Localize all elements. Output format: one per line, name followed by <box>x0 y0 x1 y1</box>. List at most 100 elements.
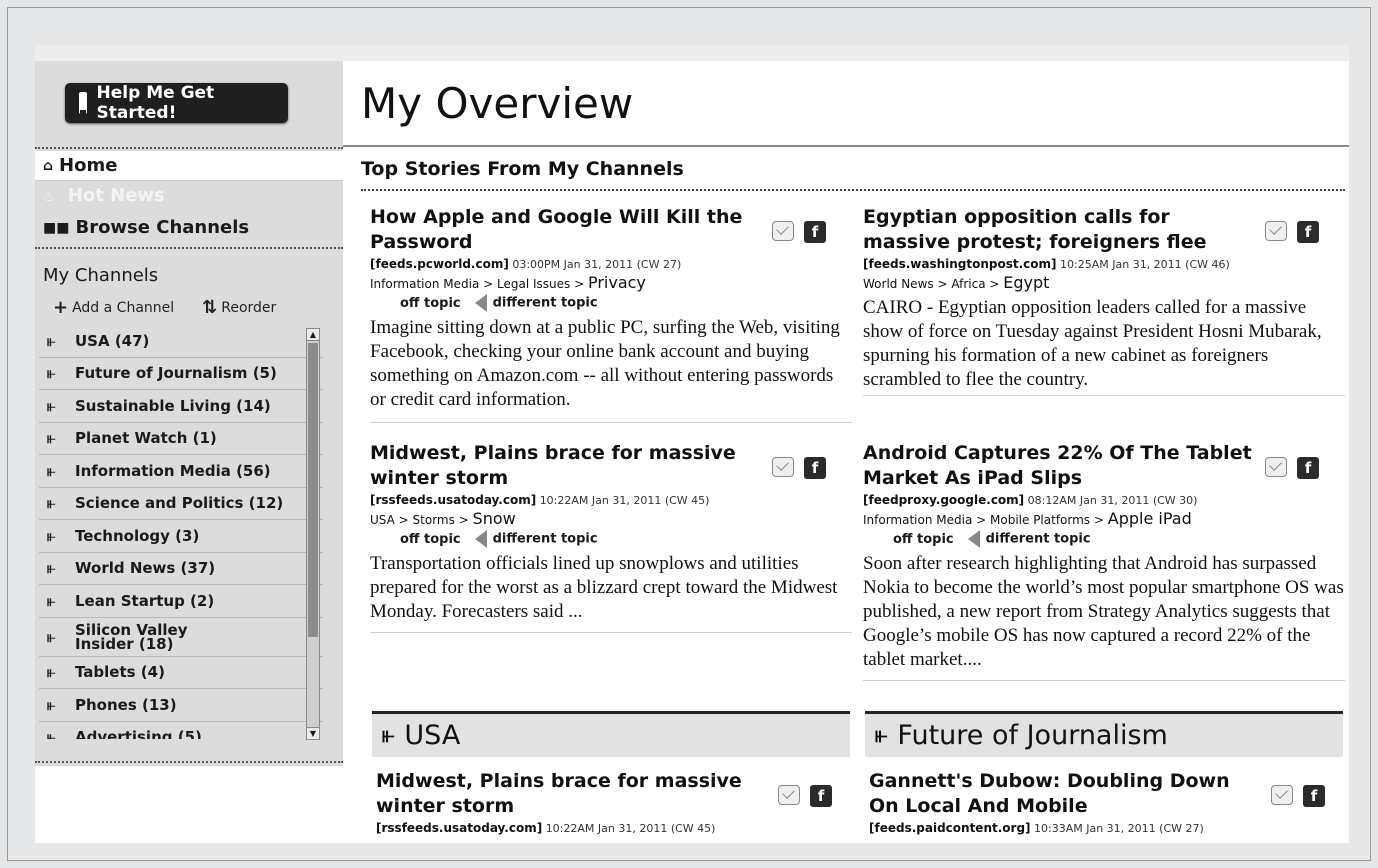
story-source[interactable]: [feeds.paidcontent.org] <box>869 821 1031 835</box>
add-channel-button[interactable]: + Add a Channel <box>53 297 174 318</box>
path-level-1[interactable]: Information Media <box>863 513 972 527</box>
story-source[interactable]: [rssfeeds.usatoday.com] <box>370 493 536 507</box>
main-content: My Overview Top Stories From My Channels… <box>343 61 1349 843</box>
scroll-down-arrow-icon[interactable]: ▼ <box>307 727 319 739</box>
path-level-1[interactable]: Information Media <box>370 277 479 291</box>
channel-item[interactable]: ⫦ Technology (3) <box>39 520 323 553</box>
path-level-2[interactable]: Mobile Platforms <box>990 513 1090 527</box>
help-button-label: Help Me Get Started! <box>96 83 215 123</box>
off-topic-button[interactable]: off topic <box>400 296 461 311</box>
facebook-icon[interactable]: f <box>1297 221 1319 243</box>
channel-item[interactable]: ⫦ Silicon Valley Insider (18) <box>39 618 323 657</box>
home-icon: ⌂ <box>43 157 54 174</box>
facebook-icon[interactable]: f <box>1303 785 1325 807</box>
email-icon[interactable] <box>772 221 794 241</box>
nav-browse-channels[interactable]: ■■ Browse Channels <box>43 217 249 238</box>
email-icon[interactable] <box>1271 785 1293 805</box>
story-source[interactable]: [feeds.pcworld.com] <box>370 257 509 271</box>
channel-label: Information Media (56) <box>75 461 271 480</box>
help-me-get-started-button[interactable]: Help Me Get Started! <box>65 83 288 123</box>
channel-label: Science and Politics (12) <box>75 494 284 513</box>
page-title: My Overview <box>361 79 634 128</box>
story-card: Egyptian opposition calls for massive pr… <box>863 205 1345 396</box>
path-level-3[interactable]: Apple iPad <box>1108 509 1192 528</box>
story-card: Gannett's Dubow: Doubling Down On Local … <box>869 769 1351 843</box>
facebook-icon[interactable]: f <box>810 785 832 807</box>
story-time: 08:12AM Jan 31, 2011 (CW 30) <box>1027 494 1198 507</box>
tree-icon: ⫦ <box>47 396 56 415</box>
email-icon[interactable] <box>1265 221 1287 241</box>
scroll-up-arrow-icon[interactable]: ▲ <box>307 329 319 341</box>
story-path: Information Media > Mobile Platforms > A… <box>863 509 1192 528</box>
path-level-2[interactable]: Africa <box>951 277 985 291</box>
channel-item[interactable]: ⫦ Future of Journalism (5) <box>39 358 323 390</box>
path-level-1[interactable]: World News <box>863 277 934 291</box>
path-level-3[interactable]: Privacy <box>588 273 646 292</box>
path-level-1[interactable]: USA <box>370 513 395 527</box>
story-source[interactable]: [feeds.washingtonpost.com] <box>863 257 1057 271</box>
tree-icon: ⫦ <box>47 526 56 545</box>
story-source[interactable]: [feedproxy.google.com] <box>863 493 1024 507</box>
story-card: Midwest, Plains brace for massive winter… <box>370 441 852 633</box>
sidebar: Help Me Get Started! ⌂ Home ♨ Hot News ■… <box>35 61 343 766</box>
story-source[interactable]: [rssfeeds.usatoday.com] <box>376 821 542 835</box>
story-summary: Imagine sitting down at a public PC, sur… <box>370 317 840 410</box>
facebook-icon[interactable]: f <box>804 457 826 479</box>
channel-item[interactable]: ⫦ Tablets (4) <box>39 657 323 689</box>
binoculars-icon: ■■ <box>43 219 70 236</box>
story-path: World News > Africa > Egypt <box>863 273 1050 292</box>
channel-item[interactable]: ⫦ Lean Startup (2) <box>39 585 323 618</box>
story-title[interactable]: Midwest, Plains brace for massive winter… <box>370 441 760 491</box>
tree-icon: ⫦ <box>875 723 888 748</box>
story-meta: [feedproxy.google.com] 08:12AM Jan 31, 2… <box>863 493 1345 507</box>
channel-item[interactable]: ⫦ Information Media (56) <box>39 455 323 488</box>
channel-item[interactable]: ⫦ Advertising (5) <box>39 722 323 739</box>
channel-section-header[interactable]: ⫦ Future of Journalism <box>865 711 1343 757</box>
channel-item[interactable]: ⫦ World News (37) <box>39 553 323 585</box>
different-topic-button[interactable]: different topic <box>474 530 598 548</box>
email-icon[interactable] <box>1265 457 1287 477</box>
channel-item[interactable]: ⫦ Science and Politics (12) <box>39 488 323 520</box>
story-meta: [rssfeeds.usatoday.com] 10:22AM Jan 31, … <box>376 821 858 835</box>
flame-icon: ♨ <box>43 189 56 205</box>
different-topic-button[interactable]: different topic <box>474 294 598 312</box>
path-level-2[interactable]: Legal Issues <box>497 277 570 291</box>
path-level-2[interactable]: Storms <box>413 513 455 527</box>
story-title[interactable]: How Apple and Google Will Kill the Passw… <box>370 205 760 255</box>
path-level-3[interactable]: Snow <box>473 509 516 528</box>
channel-item[interactable]: ⫦ Phones (13) <box>39 689 323 722</box>
channel-label: Sustainable Living (14) <box>75 396 271 415</box>
off-topic-button[interactable]: off topic <box>893 532 954 547</box>
tree-icon: ⫦ <box>47 429 56 448</box>
channel-item[interactable]: ⫦ Planet Watch (1) <box>39 423 323 455</box>
story-title[interactable]: Egyptian opposition calls for massive pr… <box>863 205 1253 255</box>
story-path: USA > Storms > Snow <box>370 509 516 528</box>
scrollbar-thumb[interactable] <box>308 343 318 637</box>
tree-icon: ⫦ <box>47 364 56 383</box>
story-title[interactable]: Midwest, Plains brace for massive winter… <box>376 769 766 819</box>
nav-home[interactable]: ⌂ Home <box>35 151 343 181</box>
story-time: 10:25AM Jan 31, 2011 (CW 46) <box>1060 258 1230 271</box>
story-title[interactable]: Android Captures 22% Of The Tablet Marke… <box>863 441 1253 491</box>
nav-hot-news[interactable]: ♨ Hot News <box>43 185 165 206</box>
facebook-icon[interactable]: f <box>1297 457 1319 479</box>
topic-feedback: off topic different topic <box>863 530 1345 548</box>
email-icon[interactable] <box>778 785 800 805</box>
section-divider <box>361 189 1345 191</box>
story-summary: CAIRO - Egyptian opposition leaders call… <box>863 297 1322 390</box>
channel-list: ⫦ USA (47) ⫦ Future of Journalism (5) ⫦ Sus… <box>39 325 323 739</box>
facebook-icon[interactable]: f <box>804 221 826 243</box>
reorder-button[interactable]: ⇅ Reorder <box>202 297 276 318</box>
channel-section-header[interactable]: ⫦ USA <box>372 711 850 757</box>
different-topic-button[interactable]: different topic <box>967 530 1091 548</box>
channel-item[interactable]: ⫦ Sustainable Living (14) <box>39 390 323 423</box>
off-topic-button[interactable]: off topic <box>400 532 461 547</box>
channel-list-scrollbar[interactable]: ▲ ▼ <box>306 328 320 740</box>
channel-label: Lean Startup (2) <box>75 591 215 610</box>
story-title[interactable]: Gannett's Dubow: Doubling Down On Local … <box>869 769 1259 819</box>
email-icon[interactable] <box>772 457 794 477</box>
channel-item[interactable]: ⫦ USA (47) <box>39 325 323 358</box>
share-icons: f <box>1265 457 1319 479</box>
path-level-3[interactable]: Egypt <box>1003 273 1049 292</box>
arrow-left-icon <box>967 530 980 548</box>
